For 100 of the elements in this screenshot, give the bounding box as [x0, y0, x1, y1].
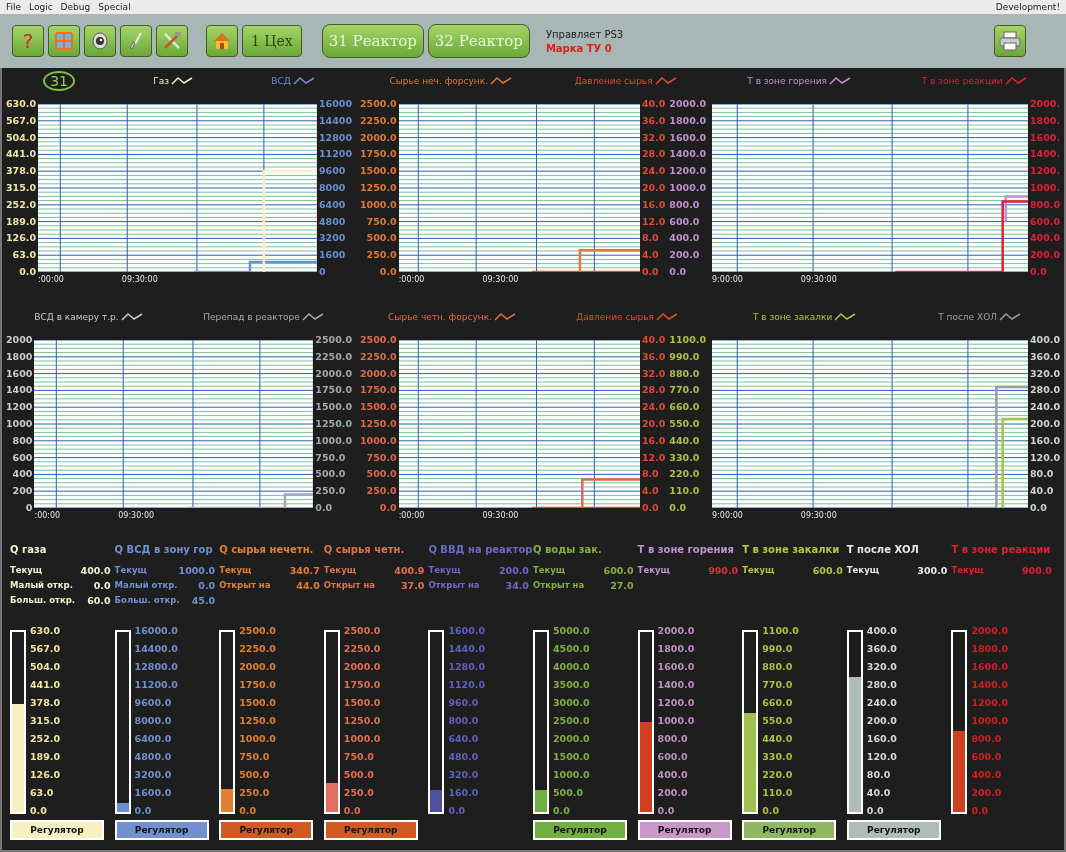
axis-tick-label: 240.0 [1029, 402, 1060, 413]
scale-label: 8000.0 [134, 716, 173, 726]
legend-label: Давление сырья [576, 312, 654, 322]
readout-value: 45.0 [191, 595, 216, 606]
scale-label: 378.0 [30, 698, 61, 708]
readout-value: 0.0 [198, 580, 216, 591]
scale-label: 400.0 [657, 770, 689, 780]
readout-value: 900.0 [1021, 565, 1052, 576]
axis-tick-label: 750.0 [366, 216, 397, 227]
axis-tick-label: 4.0 [641, 486, 659, 497]
regulator-button[interactable]: Регулятор [323, 820, 418, 840]
readout-label: Текущ [533, 565, 566, 576]
axis-tick-label: 0.0 [641, 502, 659, 513]
scale-label: 1440.0 [448, 644, 486, 654]
scale-label: 120.0 [866, 752, 897, 762]
home-icon [213, 31, 231, 51]
axis-tick-label: 400.0 [1029, 335, 1060, 345]
axis-tick-label: 400 [12, 469, 33, 480]
legend-label: ВСД [271, 76, 291, 86]
scale-label: 567.0 [30, 644, 61, 654]
scale-label: 2000.0 [657, 626, 695, 636]
scale-label: 160.0 [866, 734, 897, 744]
axis-tick-label: 0.0 [641, 266, 659, 277]
axis-tick-label: 1600 [318, 250, 346, 261]
readout-value: 600.0 [812, 565, 843, 576]
scale-label: 1500.0 [343, 698, 381, 708]
scale-label: 200.0 [971, 788, 1003, 798]
workshop-button[interactable]: 1 Цех [242, 25, 302, 57]
menu-item[interactable]: Logic [29, 2, 53, 12]
scale-label: 2250.0 [239, 644, 276, 654]
scale-label: 160.0 [448, 788, 480, 798]
readout-value: 300.0 [917, 565, 948, 576]
axis-tick-label: 400.0 [669, 233, 700, 244]
scale-label: 280.0 [866, 680, 897, 690]
axis-tick-label: 11200 [318, 149, 352, 160]
legend-label: Давление сырья [574, 76, 653, 86]
menu-item[interactable]: Special [98, 2, 131, 12]
scale-label: 250.0 [343, 788, 375, 798]
regulator-button[interactable]: Регулятор [742, 820, 837, 840]
axis-tick-label: 1100.0 [669, 335, 706, 345]
readout-title: Т после ХОЛ [846, 544, 920, 555]
home-button[interactable] [206, 25, 238, 57]
regulator-button[interactable]: Регулятор [10, 820, 104, 840]
menu-item[interactable]: Debug [60, 2, 91, 12]
readout-value: 400.0 [80, 565, 111, 576]
scale-label: 1600.0 [971, 662, 1009, 672]
time-label: 09:30:00 [482, 275, 519, 284]
axis-tick-label: 2250.0 [315, 351, 352, 362]
axis-tick-label: 40.0 [1029, 486, 1054, 497]
axis-tick-label: 2000 [6, 335, 33, 345]
scale-label: 500.0 [239, 770, 271, 780]
scale-label: 0.0 [30, 806, 48, 816]
axis-tick-label: 28.0 [641, 149, 666, 160]
axis-tick-label: 0.0 [1029, 266, 1047, 277]
readout-label: Текущ [637, 565, 670, 576]
scale-label: 2000.0 [553, 734, 590, 744]
scale-label: 0.0 [553, 806, 571, 816]
axis-tick-label: 63.0 [12, 250, 37, 261]
menu-item[interactable]: File [6, 2, 22, 12]
scale-label: 0.0 [762, 806, 781, 816]
scale-label: 250.0 [239, 788, 271, 798]
grid-button[interactable] [48, 25, 80, 57]
regulator-button[interactable]: Регулятор [114, 820, 209, 840]
readout-label: Текущ [951, 565, 984, 576]
view-button[interactable] [84, 25, 116, 57]
scale-label: 1600.0 [448, 626, 486, 636]
readout-title: Q воды зак. [533, 544, 603, 555]
readout-value: 600.0 [603, 565, 634, 576]
scale-label: 1250.0 [239, 716, 276, 726]
axis-tick-label: 24.0 [641, 166, 666, 177]
tools-button[interactable] [156, 25, 188, 57]
scale-label: 2500.0 [553, 716, 590, 726]
scale-label: 40.0 [866, 788, 892, 798]
print-button[interactable] [994, 25, 1026, 57]
axis-tick-label: 0 [25, 502, 33, 513]
axis-tick-label: 660.0 [669, 402, 700, 413]
scale-label: 0.0 [657, 806, 676, 816]
legend-label: Сырье четн. форсунк. [388, 312, 492, 322]
readout-title: Т в зоне реакции [951, 544, 1052, 555]
regulator-button[interactable]: Регулятор [219, 820, 314, 840]
brush-button[interactable] [120, 25, 152, 57]
scale-label: 500.0 [553, 788, 585, 798]
scale-label: 1750.0 [343, 680, 381, 690]
time-label: 09:30:00 [118, 511, 155, 520]
axis-tick-label: 280.0 [1029, 385, 1060, 396]
regulator-button[interactable]: Регулятор [846, 820, 941, 840]
axis-tick-label: 9600 [318, 166, 346, 177]
scale-label: 440.0 [762, 734, 794, 744]
axis-tick-label: 1200 [6, 402, 33, 413]
scale-label: 600.0 [971, 752, 1003, 762]
axis-tick-label: 250.0 [366, 486, 397, 497]
axis-tick-label: 1000.0 [669, 183, 706, 193]
regulator-button[interactable]: Регулятор [637, 820, 732, 840]
scale-label: 330.0 [762, 752, 794, 762]
axis-tick-label: 440.0 [669, 435, 700, 446]
scale-label: 126.0 [30, 770, 61, 780]
regulator-button[interactable]: Регулятор [533, 820, 627, 840]
scale-label: 0.0 [239, 806, 258, 816]
axis-tick-label: 0.0 [379, 266, 397, 277]
mode-label: Development! [995, 2, 1060, 12]
